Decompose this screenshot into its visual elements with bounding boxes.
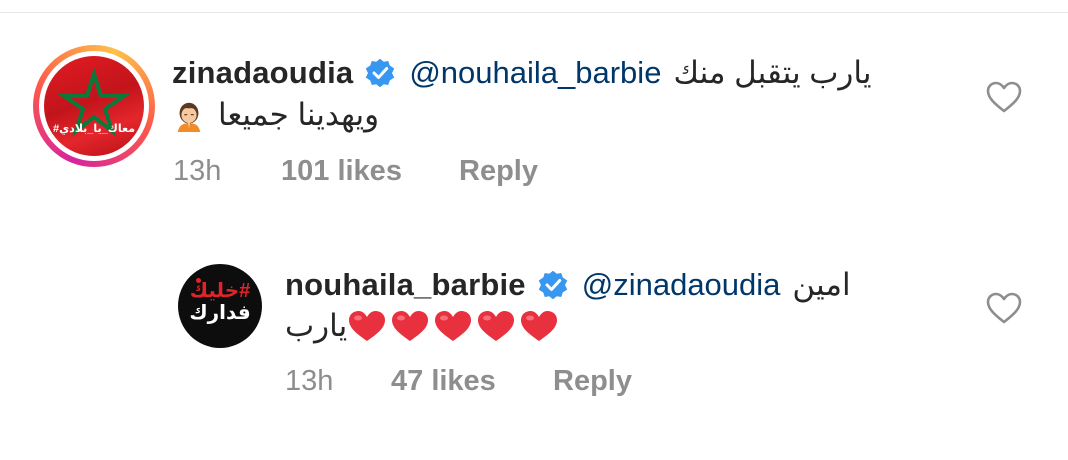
- red-heart-emoji: [392, 311, 429, 341]
- timestamp: 13h: [173, 155, 222, 187]
- morocco-flag-image: #معاك_يا_بلادي: [44, 56, 144, 156]
- heart-outline-icon[interactable]: [985, 80, 1023, 114]
- mention-link[interactable]: @nouhaila_barbie: [409, 55, 661, 91]
- avatar-caption: #معاك_يا_بلادي: [52, 123, 136, 135]
- comment-text-line2: يارب: [285, 308, 348, 343]
- heart-outline-icon[interactable]: [985, 291, 1023, 325]
- reply-button[interactable]: Reply: [553, 365, 632, 398]
- hearts-emoji-group: [347, 309, 562, 343]
- verified-badge-icon: [538, 270, 567, 300]
- red-heart-emoji: [349, 311, 386, 341]
- avatar[interactable]: #خليك فدارك: [178, 264, 262, 348]
- avatar[interactable]: #معاك_يا_بلادي: [33, 45, 155, 167]
- avatar-logo-top: #خليك: [189, 280, 251, 302]
- timestamp: 13h: [285, 365, 334, 397]
- comment-text-line2: ويهدينا جميعا: [218, 97, 380, 132]
- likes-count[interactable]: 47 likes: [391, 365, 553, 398]
- red-heart-emoji: [478, 311, 515, 341]
- username[interactable]: zinadaoudia: [172, 55, 353, 91]
- comment-text-line1: يارب يتقبل منك: [673, 55, 872, 90]
- reply-button[interactable]: Reply: [459, 155, 538, 188]
- person-praying-emoji: [177, 102, 201, 132]
- red-heart-emoji: [435, 311, 472, 341]
- mention-link[interactable]: @zinadaoudia: [582, 267, 781, 303]
- top-divider: [0, 12, 1068, 13]
- likes-count[interactable]: 101 likes: [281, 155, 459, 188]
- username[interactable]: nouhaila_barbie: [285, 267, 526, 303]
- red-heart-emoji: [521, 311, 558, 341]
- avatar-logo-bottom: فدارك: [189, 302, 251, 324]
- verified-badge-icon: [366, 58, 395, 88]
- comment-text-line1: امين: [792, 267, 851, 302]
